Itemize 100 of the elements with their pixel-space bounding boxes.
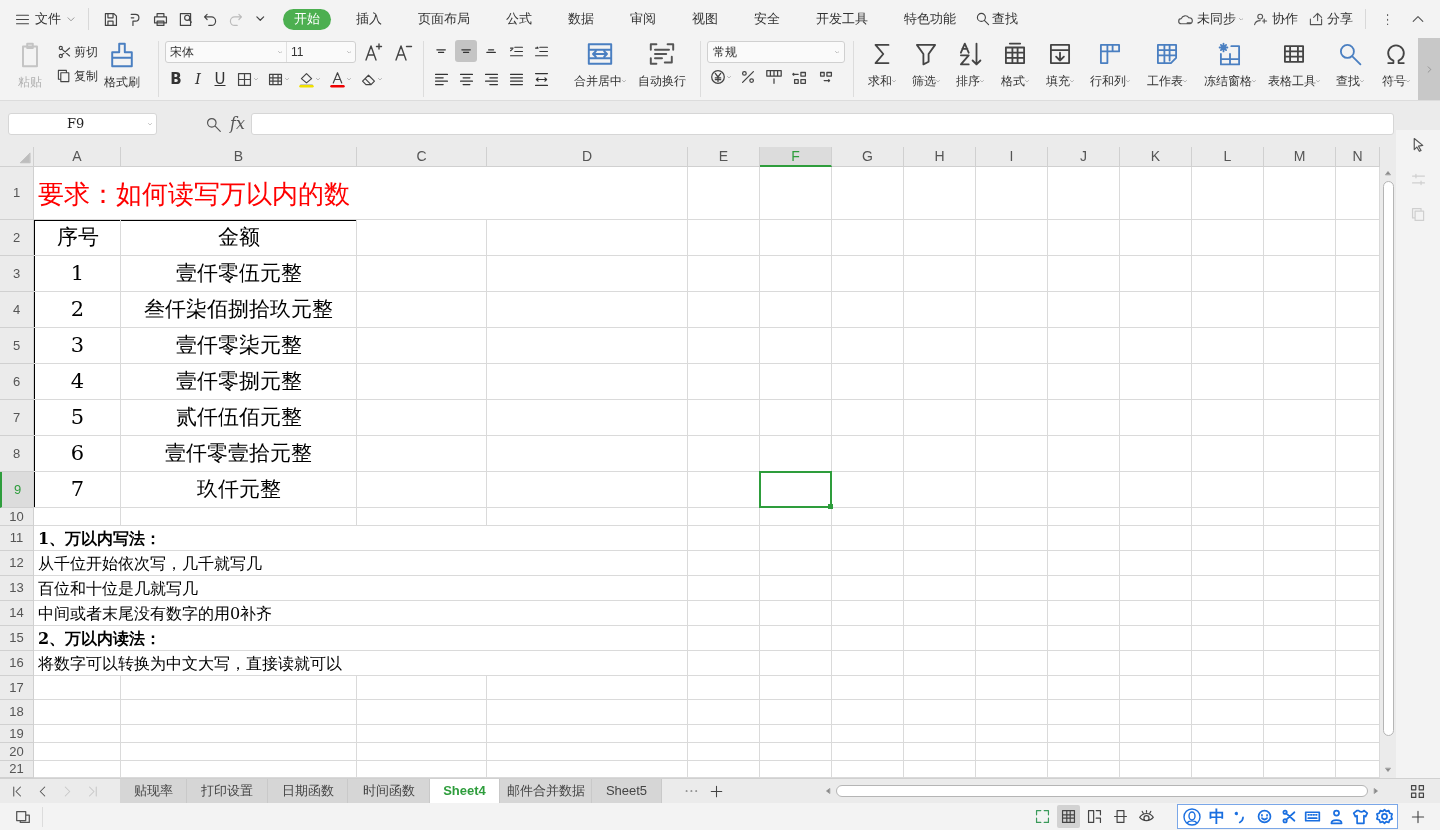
column-header[interactable]: K (1120, 147, 1192, 167)
ribbon-tool-button[interactable]: 筛选 (904, 41, 948, 90)
row-header[interactable]: 11 (0, 526, 34, 551)
ribbon-tab[interactable]: 插入 (345, 8, 393, 30)
merge-center-button[interactable]: 合并居中 (574, 40, 626, 90)
file-menu-button[interactable]: 文件 (12, 6, 79, 32)
row-header[interactable]: 1 (0, 167, 34, 220)
borders-button[interactable] (236, 70, 258, 88)
column-header[interactable]: G (832, 147, 904, 167)
ribbon-tool-button[interactable]: 冻结窗格 (1197, 41, 1263, 90)
add-icon[interactable] (1410, 808, 1426, 825)
row-header[interactable]: 17 (0, 676, 34, 700)
column-header[interactable]: E (688, 147, 760, 167)
percent-button[interactable] (739, 68, 757, 86)
scrollbar-thumb[interactable] (1382, 181, 1394, 736)
sheet-tab[interactable]: 贴现率 (120, 778, 187, 804)
fill-handle[interactable] (828, 504, 833, 509)
row-header[interactable]: 3 (0, 256, 34, 292)
ribbon-tab[interactable]: 开发工具 (805, 8, 879, 30)
grow-font-button[interactable] (364, 42, 384, 62)
sheet-tab[interactable]: Sheet5 (592, 778, 662, 804)
zoom-button[interactable] (205, 115, 222, 133)
row-header[interactable]: 4 (0, 292, 34, 328)
currency-button[interactable] (709, 68, 731, 86)
settings-icon[interactable] (1376, 808, 1393, 825)
underline-button[interactable]: U (213, 68, 227, 91)
number-format-field[interactable]: 常规 (707, 41, 845, 63)
column-header[interactable]: C (357, 147, 487, 167)
input-mode-toggle[interactable]: 中 (1209, 804, 1225, 829)
ribbon-tab[interactable]: 审阅 (619, 8, 667, 30)
add-sheet-icon[interactable] (709, 783, 724, 799)
ribbon-tool-button[interactable]: 工作表 (1137, 41, 1197, 90)
scroll-left-icon[interactable] (824, 787, 832, 795)
row-header[interactable]: 15 (0, 626, 34, 651)
row-header[interactable]: 12 (0, 551, 34, 576)
avatar-icon[interactable] (1182, 806, 1202, 827)
view-mode-button[interactable] (1057, 805, 1080, 828)
ribbon-tab[interactable]: 安全 (743, 8, 791, 30)
ribbon-tab[interactable]: 视图 (681, 8, 729, 30)
collaborate-button[interactable]: 协作 (1253, 9, 1298, 29)
ribbon-tool-button[interactable]: 求和 (860, 41, 904, 90)
row-header[interactable]: 20 (0, 743, 34, 761)
row-header[interactable]: 18 (0, 700, 34, 725)
column-header[interactable]: N (1336, 147, 1380, 167)
grid-view-icon[interactable] (1409, 782, 1426, 800)
ribbon-tool-button[interactable]: 格式 (992, 41, 1037, 90)
fill-color-button[interactable] (298, 70, 320, 88)
input-method-toolbar[interactable]: 中 (1177, 804, 1398, 829)
ribbon-tab[interactable]: 页面布局 (407, 8, 481, 30)
row-header[interactable]: 16 (0, 651, 34, 676)
sheet-tab[interactable]: 日期函数 (268, 778, 348, 804)
thousands-separator-button[interactable] (765, 68, 783, 86)
italic-button[interactable]: I (192, 68, 204, 91)
font-color-button[interactable] (329, 70, 351, 88)
sync-button[interactable]: 未同步 (1176, 9, 1243, 29)
ribbon-tab[interactable]: 特色功能 (893, 8, 967, 30)
name-box[interactable]: F9 (8, 113, 157, 135)
column-header[interactable]: J (1048, 147, 1120, 167)
formula-input[interactable] (250, 113, 1394, 135)
bold-button[interactable]: B (169, 68, 183, 91)
shrink-font-button[interactable] (394, 42, 414, 62)
sheet-tab[interactable]: 打印设置 (187, 778, 268, 804)
ribbon-tool-button[interactable]: 行和列 (1083, 41, 1137, 90)
column-header[interactable]: D (487, 147, 688, 167)
ribbon-tab[interactable]: 数据 (557, 8, 605, 30)
scroll-right-icon[interactable] (1372, 787, 1380, 795)
ribbon-tab[interactable]: 公式 (495, 8, 543, 30)
function-label[interactable]: fx (230, 112, 245, 136)
row-header[interactable]: 2 (0, 220, 34, 256)
cut-button[interactable]: 剪切 (56, 43, 98, 61)
row-header[interactable]: 5 (0, 328, 34, 364)
wrap-text-button[interactable]: 自动换行 (638, 40, 686, 90)
row-header[interactable]: 8 (0, 436, 34, 472)
ribbon-tool-button[interactable]: 填充 (1037, 41, 1083, 90)
scroll-up-icon[interactable] (1384, 169, 1392, 177)
row-header[interactable]: 14 (0, 601, 34, 626)
copy-button[interactable]: 复制 (56, 67, 98, 85)
scrollbar-thumb[interactable] (836, 785, 1368, 797)
ribbon-tool-button[interactable]: 表格工具 (1263, 41, 1325, 90)
sliders-icon[interactable] (1409, 171, 1427, 188)
search-button[interactable]: 查找 (975, 9, 1018, 29)
column-header[interactable]: I (976, 147, 1048, 167)
row-header[interactable]: 6 (0, 364, 34, 400)
row-header[interactable]: 21 (0, 761, 34, 778)
ribbon-tool-button[interactable]: 符号 (1375, 41, 1417, 90)
column-header[interactable]: B (121, 147, 357, 167)
keyboard-icon[interactable] (1304, 808, 1321, 825)
row-header[interactable]: 19 (0, 725, 34, 743)
emoji-icon[interactable] (1256, 808, 1273, 825)
scroll-down-icon[interactable] (1384, 766, 1392, 774)
ribbon-tool-button[interactable]: 查找 (1325, 41, 1375, 90)
row-header[interactable]: 10 (0, 508, 34, 526)
column-header[interactable]: M (1264, 147, 1336, 167)
row-header[interactable]: 13 (0, 576, 34, 601)
person-icon[interactable] (1328, 808, 1345, 825)
shirt-icon[interactable] (1352, 808, 1369, 825)
ribbon-tool-button[interactable]: 排序 (948, 41, 992, 90)
column-header[interactable]: H (904, 147, 976, 167)
sheet-tab[interactable]: Sheet4 (430, 778, 500, 804)
column-header[interactable]: L (1192, 147, 1264, 167)
